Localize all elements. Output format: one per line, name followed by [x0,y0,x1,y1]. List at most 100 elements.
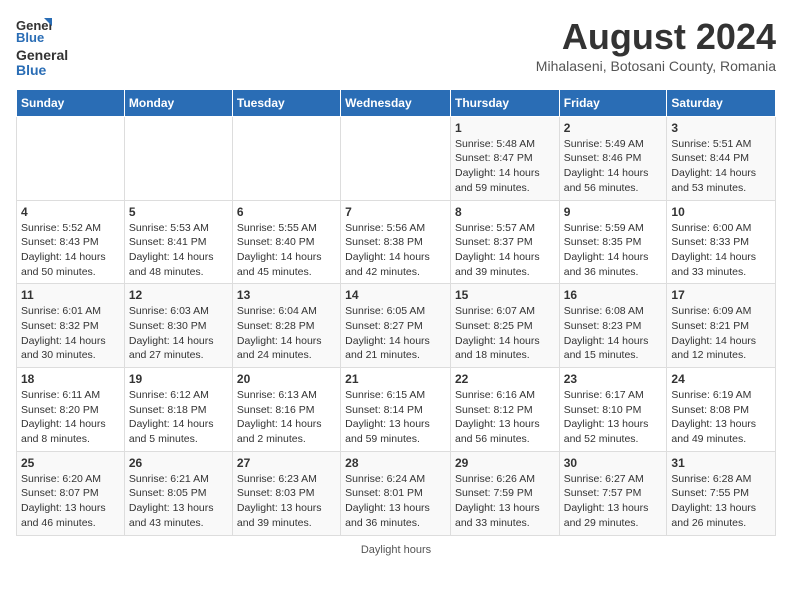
header-thursday: Thursday [450,89,559,116]
day-number: 28 [345,456,446,470]
day-number: 19 [129,372,228,386]
day-info: Sunrise: 6:17 AM Sunset: 8:10 PM Dayligh… [564,388,663,447]
week-row-4: 18 Sunrise: 6:11 AM Sunset: 8:20 PM Dayli… [17,368,776,452]
calendar-cell: 3 Sunrise: 5:51 AM Sunset: 8:44 PM Daylig… [667,116,776,200]
day-info: Sunrise: 5:56 AM Sunset: 8:38 PM Dayligh… [345,221,446,280]
calendar-header-row: SundayMondayTuesdayWednesdayThursdayFrid… [17,89,776,116]
day-info: Sunrise: 6:24 AM Sunset: 8:01 PM Dayligh… [345,472,446,531]
day-number: 7 [345,205,446,219]
day-info: Sunrise: 5:59 AM Sunset: 8:35 PM Dayligh… [564,221,663,280]
calendar-cell: 17 Sunrise: 6:09 AM Sunset: 8:21 PM Dayli… [667,284,776,368]
logo-blue: Blue [16,63,68,78]
calendar-cell: 9 Sunrise: 5:59 AM Sunset: 8:35 PM Daylig… [559,200,667,284]
day-info: Sunrise: 6:20 AM Sunset: 8:07 PM Dayligh… [21,472,120,531]
calendar-cell: 28 Sunrise: 6:24 AM Sunset: 8:01 PM Dayli… [341,451,451,535]
day-number: 27 [237,456,336,470]
header: General Blue General Blue August 2024 Mi… [16,16,776,79]
calendar-cell: 18 Sunrise: 6:11 AM Sunset: 8:20 PM Dayli… [17,368,125,452]
day-info: Sunrise: 6:04 AM Sunset: 8:28 PM Dayligh… [237,304,336,363]
calendar-cell: 26 Sunrise: 6:21 AM Sunset: 8:05 PM Dayli… [124,451,232,535]
calendar-cell: 2Sunrise: 5:49 AM Sunset: 8:46 PM Daylig… [559,116,667,200]
calendar-table: SundayMondayTuesdayWednesdayThursdayFrid… [16,89,776,536]
calendar-cell: 24Sunrise: 6:19 AM Sunset: 8:08 PM Dayli… [667,368,776,452]
day-info: Sunrise: 6:12 AM Sunset: 8:18 PM Dayligh… [129,388,228,447]
logo: General Blue General Blue [16,16,68,79]
calendar-cell [341,116,451,200]
day-number: 9 [564,205,663,219]
day-info: Sunrise: 6:27 AM Sunset: 7:57 PM Dayligh… [564,472,663,531]
day-number: 26 [129,456,228,470]
day-info: Sunrise: 6:11 AM Sunset: 8:20 PM Dayligh… [21,388,120,447]
day-info: Sunrise: 6:09 AM Sunset: 8:21 PM Dayligh… [671,304,771,363]
calendar-cell: 11 Sunrise: 6:01 AM Sunset: 8:32 PM Dayli… [17,284,125,368]
day-info: Sunrise: 5:55 AM Sunset: 8:40 PM Dayligh… [237,221,336,280]
calendar-cell: 21Sunrise: 6:15 AM Sunset: 8:14 PM Dayli… [341,368,451,452]
calendar-cell: 19 Sunrise: 6:12 AM Sunset: 8:18 PM Dayli… [124,368,232,452]
day-info: Sunrise: 6:26 AM Sunset: 7:59 PM Dayligh… [455,472,555,531]
day-info: Sunrise: 5:52 AM Sunset: 8:43 PM Dayligh… [21,221,120,280]
day-number: 1 [455,121,555,135]
day-number: 31 [671,456,771,470]
day-info: Sunrise: 5:53 AM Sunset: 8:41 PM Dayligh… [129,221,228,280]
day-number: 11 [21,288,120,302]
day-info: Sunrise: 5:57 AM Sunset: 8:37 PM Dayligh… [455,221,555,280]
calendar-cell: 14 Sunrise: 6:05 AM Sunset: 8:27 PM Dayli… [341,284,451,368]
calendar-cell: 16Sunrise: 6:08 AM Sunset: 8:23 PM Dayli… [559,284,667,368]
title-area: August 2024 Mihalaseni, Botosani County,… [536,16,776,74]
calendar-cell: 13Sunrise: 6:04 AM Sunset: 8:28 PM Dayli… [232,284,340,368]
week-row-5: 25Sunrise: 6:20 AM Sunset: 8:07 PM Dayli… [17,451,776,535]
day-number: 17 [671,288,771,302]
header-sunday: Sunday [17,89,125,116]
day-number: 30 [564,456,663,470]
calendar-cell: 10 Sunrise: 6:00 AM Sunset: 8:33 PM Dayli… [667,200,776,284]
day-number: 12 [129,288,228,302]
calendar-cell: 30 Sunrise: 6:27 AM Sunset: 7:57 PM Dayli… [559,451,667,535]
calendar-cell: 4Sunrise: 5:52 AM Sunset: 8:43 PM Daylig… [17,200,125,284]
day-number: 14 [345,288,446,302]
day-info: Sunrise: 6:21 AM Sunset: 8:05 PM Dayligh… [129,472,228,531]
day-number: 23 [564,372,663,386]
calendar-cell: 8 Sunrise: 5:57 AM Sunset: 8:37 PM Daylig… [450,200,559,284]
day-number: 15 [455,288,555,302]
day-number: 6 [237,205,336,219]
day-info: Sunrise: 6:00 AM Sunset: 8:33 PM Dayligh… [671,221,771,280]
day-number: 3 [671,121,771,135]
day-number: 20 [237,372,336,386]
header-tuesday: Tuesday [232,89,340,116]
header-friday: Friday [559,89,667,116]
day-number: 10 [671,205,771,219]
calendar-subtitle: Mihalaseni, Botosani County, Romania [536,58,776,74]
calendar-cell [17,116,125,200]
day-info: Sunrise: 6:01 AM Sunset: 8:32 PM Dayligh… [21,304,120,363]
day-number: 5 [129,205,228,219]
day-info: Sunrise: 6:23 AM Sunset: 8:03 PM Dayligh… [237,472,336,531]
week-row-2: 4Sunrise: 5:52 AM Sunset: 8:43 PM Daylig… [17,200,776,284]
day-number: 8 [455,205,555,219]
calendar-cell: 5 Sunrise: 5:53 AM Sunset: 8:41 PM Daylig… [124,200,232,284]
calendar-cell: 29Sunrise: 6:26 AM Sunset: 7:59 PM Dayli… [450,451,559,535]
calendar-cell: 1Sunrise: 5:48 AM Sunset: 8:47 PM Daylig… [450,116,559,200]
calendar-cell: 22 Sunrise: 6:16 AM Sunset: 8:12 PM Dayli… [450,368,559,452]
day-number: 24 [671,372,771,386]
calendar-cell: 31 Sunrise: 6:28 AM Sunset: 7:55 PM Dayli… [667,451,776,535]
header-wednesday: Wednesday [341,89,451,116]
week-row-1: 1Sunrise: 5:48 AM Sunset: 8:47 PM Daylig… [17,116,776,200]
footer-note: Daylight hours [16,544,776,556]
svg-text:Blue: Blue [16,30,44,44]
day-info: Sunrise: 6:08 AM Sunset: 8:23 PM Dayligh… [564,304,663,363]
logo-icon: General Blue [16,16,52,44]
calendar-cell: 20Sunrise: 6:13 AM Sunset: 8:16 PM Dayli… [232,368,340,452]
day-info: Sunrise: 6:28 AM Sunset: 7:55 PM Dayligh… [671,472,771,531]
calendar-cell: 23 Sunrise: 6:17 AM Sunset: 8:10 PM Dayli… [559,368,667,452]
calendar-cell: 27 Sunrise: 6:23 AM Sunset: 8:03 PM Dayli… [232,451,340,535]
day-number: 22 [455,372,555,386]
day-number: 2 [564,121,663,135]
calendar-cell [232,116,340,200]
day-info: Sunrise: 6:16 AM Sunset: 8:12 PM Dayligh… [455,388,555,447]
header-monday: Monday [124,89,232,116]
day-info: Sunrise: 5:51 AM Sunset: 8:44 PM Dayligh… [671,137,771,196]
day-number: 18 [21,372,120,386]
day-number: 21 [345,372,446,386]
calendar-cell: 6 Sunrise: 5:55 AM Sunset: 8:40 PM Daylig… [232,200,340,284]
day-info: Sunrise: 6:05 AM Sunset: 8:27 PM Dayligh… [345,304,446,363]
